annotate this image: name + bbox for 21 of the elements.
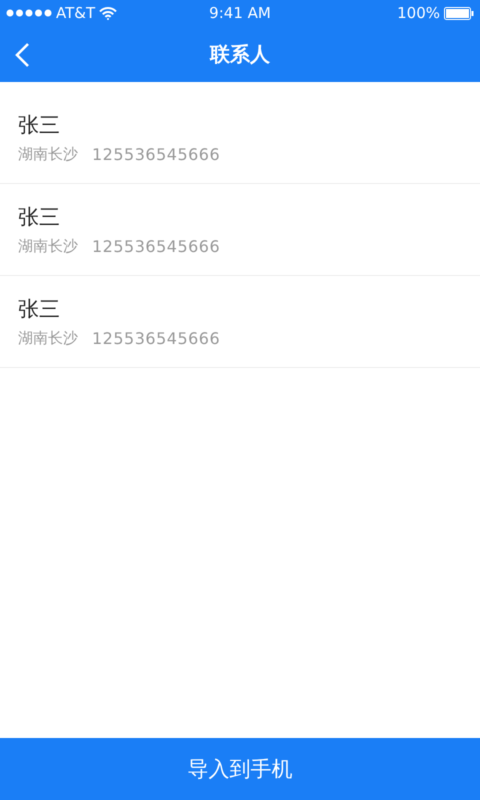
signal-icon [6,9,52,17]
contact-region: 湖南长沙 [18,145,78,164]
contact-row[interactable]: 张三 湖南长沙 125536545666 [0,184,480,276]
status-time: 9:41 AM [209,4,271,22]
battery-icon [444,6,474,20]
contact-name: 张三 [18,296,60,323]
carrier-name: AT&T [56,4,96,22]
contact-phone: 125536545666 [92,145,220,164]
back-icon [14,42,30,68]
contact-row[interactable]: 张三 湖南长沙 125536545666 [0,276,480,368]
contact-row[interactable]: 张三 湖南长沙 125536545666 [0,92,480,184]
battery-percent: 100% [397,4,440,22]
contact-region: 湖南长沙 [18,329,78,348]
contact-phone: 125536545666 [92,237,220,256]
import-button[interactable]: 导入到手机 [0,738,480,800]
contact-region: 湖南长沙 [18,237,78,256]
contact-name: 张三 [18,204,60,231]
contact-name: 张三 [18,112,60,139]
wifi-icon [99,6,118,20]
contact-phone: 125536545666 [92,329,220,348]
page-title: 联系人 [210,40,270,68]
